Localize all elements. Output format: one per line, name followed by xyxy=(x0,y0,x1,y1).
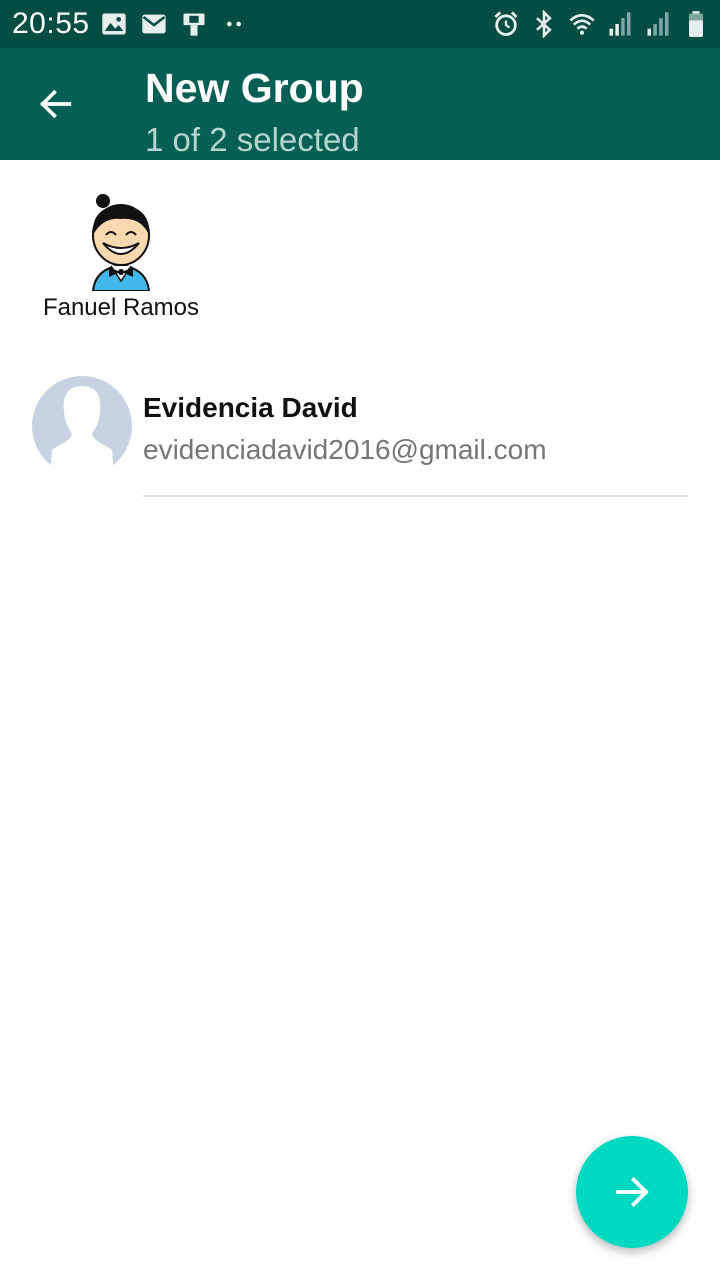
image-icon xyxy=(102,13,126,35)
app-bar: New Group 1 of 2 selected xyxy=(0,48,720,160)
contact-name: Evidencia David xyxy=(143,392,358,423)
wifi-icon xyxy=(569,13,595,35)
selection-count: 1 of 2 selected xyxy=(145,121,360,158)
signal-icon xyxy=(609,12,631,36)
mail-icon xyxy=(142,14,166,34)
selected-contact-name: Fanuel Ramos xyxy=(42,294,200,321)
arrow-left-icon xyxy=(40,89,72,119)
bluetooth-icon xyxy=(536,10,552,38)
back-button[interactable] xyxy=(28,82,84,126)
divider xyxy=(143,495,688,497)
signal-icon xyxy=(647,12,669,36)
battery-icon xyxy=(689,11,703,37)
next-button[interactable] xyxy=(576,1136,688,1248)
device-icon xyxy=(183,13,205,36)
selected-contact-chip[interactable]: Fanuel Ramos xyxy=(30,188,212,328)
alarm-icon xyxy=(494,11,518,36)
more-dots-icon xyxy=(227,21,241,27)
status-right-icons xyxy=(492,10,710,38)
contact-email: evidenciadavid2016@gmail.com xyxy=(143,434,547,465)
arrow-right-icon xyxy=(616,1177,649,1207)
screen: 20:55 New Group 1 of 2 selected Fanuel R… xyxy=(0,0,720,1280)
default-person-avatar xyxy=(32,376,132,476)
cartoon-boy-avatar xyxy=(91,194,151,291)
selected-participants: Fanuel Ramos xyxy=(0,160,720,350)
status-time: 20:55 xyxy=(12,7,90,40)
contact-list-item[interactable]: Evidencia David evidenciadavid2016@gmail… xyxy=(0,370,720,498)
status-bar: 20:55 xyxy=(0,0,720,48)
status-left-icons xyxy=(100,10,248,38)
page-title: New Group xyxy=(145,65,364,111)
